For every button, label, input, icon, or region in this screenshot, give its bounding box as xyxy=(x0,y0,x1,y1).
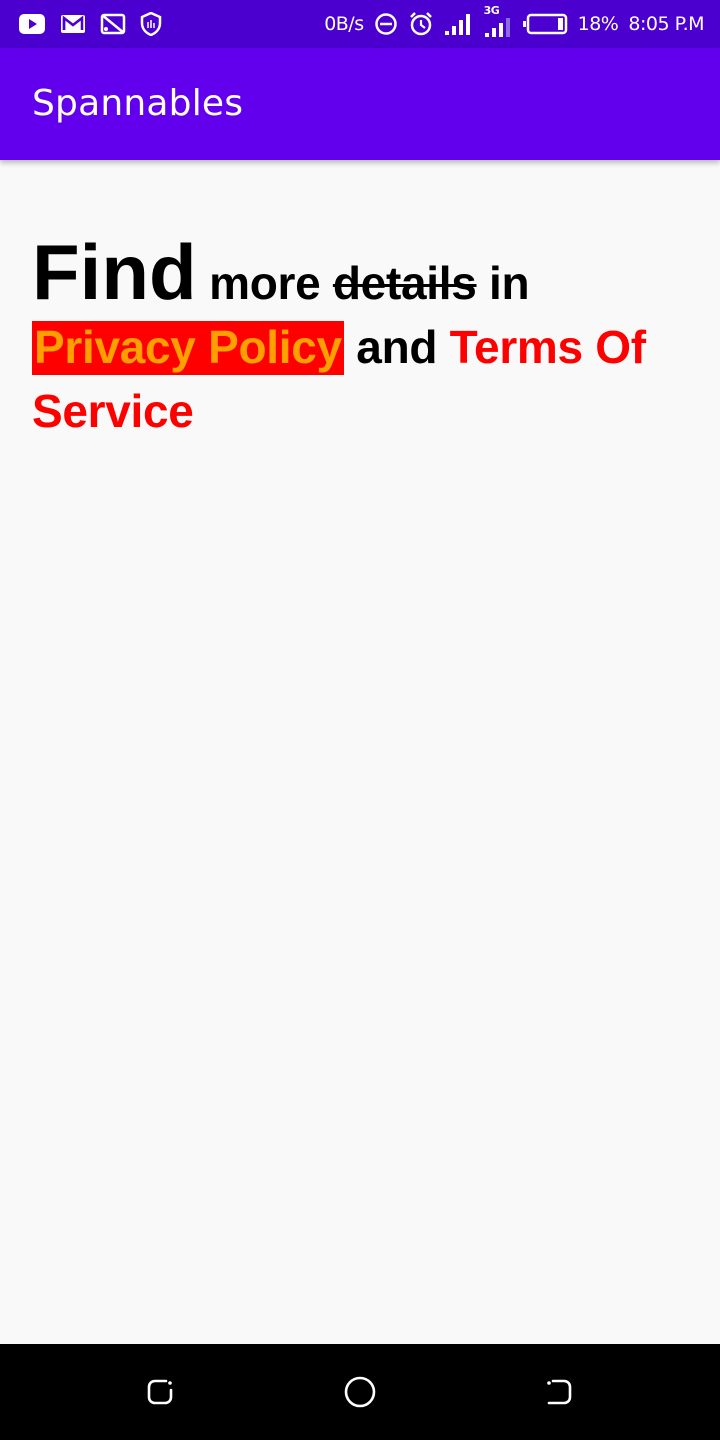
network-type-label: 3G xyxy=(483,4,500,17)
app-title: Spannables xyxy=(32,83,244,124)
signal-3g-icon: 3G xyxy=(484,4,512,39)
home-icon[interactable] xyxy=(342,1374,378,1410)
main-content: Find more details in Privacy Policy and … xyxy=(32,233,692,443)
text-more: more xyxy=(209,257,321,309)
youtube-icon xyxy=(18,13,46,35)
back-icon[interactable] xyxy=(541,1374,577,1410)
spannable-text: Find more details in Privacy Policy and … xyxy=(32,233,692,443)
privacy-policy-link[interactable]: Privacy Policy xyxy=(32,321,344,375)
shield-icon xyxy=(140,12,162,36)
battery-icon xyxy=(522,13,568,35)
app-bar: Spannables xyxy=(0,48,720,160)
system-status: 0B/s 3G 18% 8:05 P.M xyxy=(324,4,704,40)
recent-apps-icon[interactable] xyxy=(142,1374,178,1410)
navigation-bar xyxy=(0,1344,720,1440)
cast-icon xyxy=(100,13,126,35)
text-and: and xyxy=(356,321,438,373)
text-find: Find xyxy=(32,228,197,316)
signal-icon xyxy=(444,12,474,36)
alarm-icon xyxy=(408,11,434,37)
network-speed: 0B/s xyxy=(324,12,364,35)
status-bar: 0B/s 3G 18% 8:05 P.M xyxy=(0,0,720,48)
battery-level: 18% xyxy=(577,12,619,35)
text-details-strikethrough: details xyxy=(332,257,477,309)
notification-icons xyxy=(18,10,162,38)
gmail-icon xyxy=(60,13,86,35)
clock: 8:05 P.M xyxy=(628,12,704,35)
text-in: in xyxy=(489,257,530,309)
do-not-disturb-icon xyxy=(374,12,398,36)
